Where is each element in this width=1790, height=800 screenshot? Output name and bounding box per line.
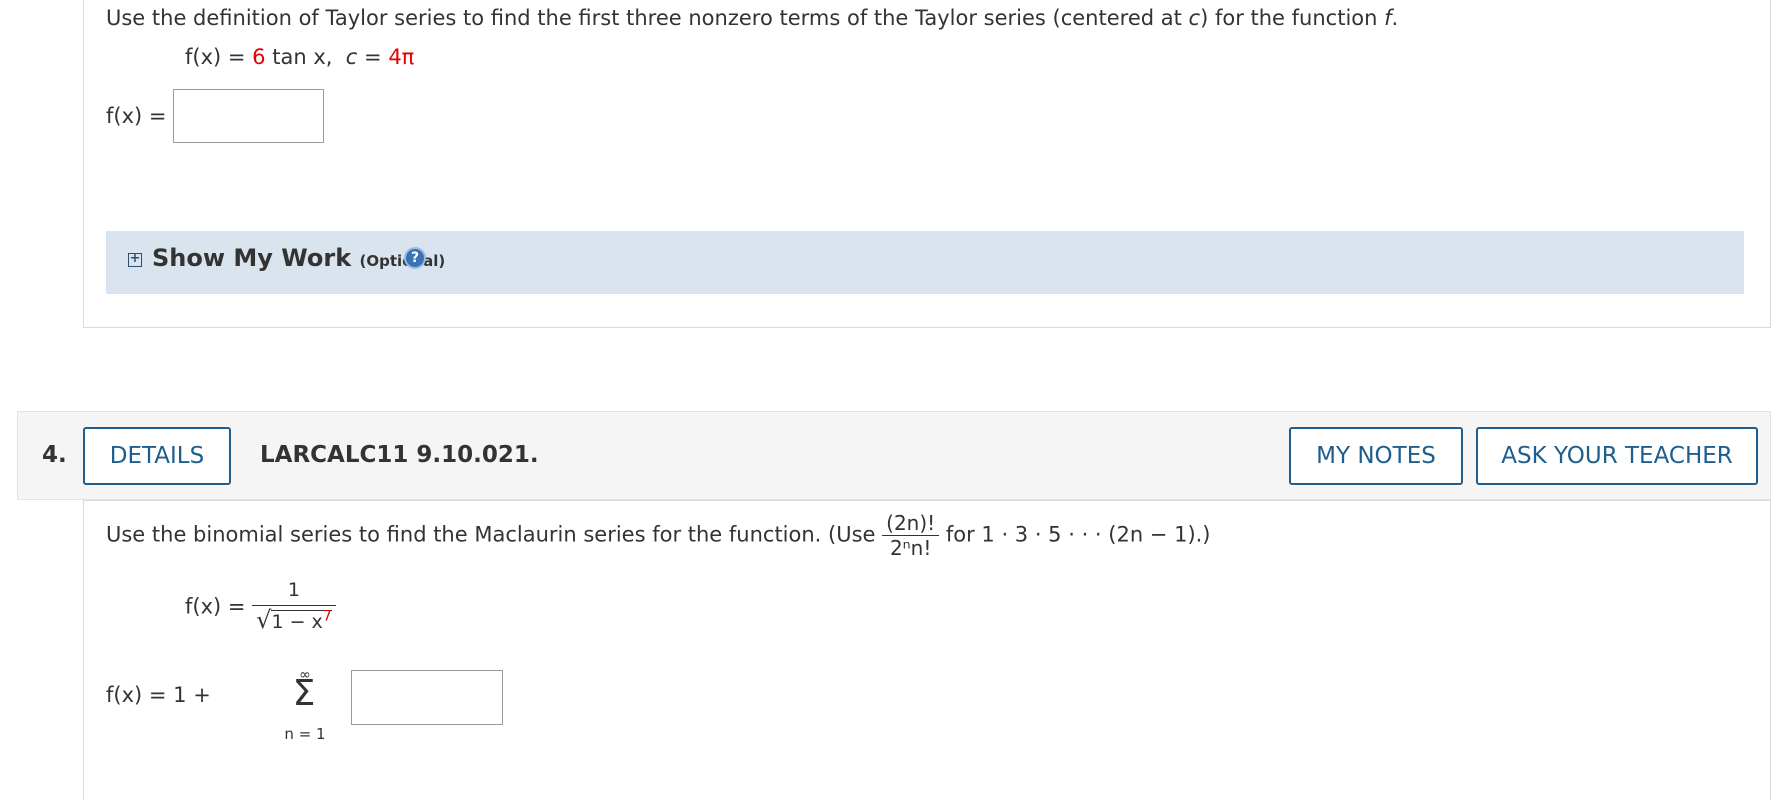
- help-icon[interactable]: ?: [404, 247, 426, 269]
- question-3-function: f(x) = 6 tan x, c = 4π: [185, 45, 414, 69]
- center-value: 4π: [388, 45, 415, 69]
- question-number: 4.: [42, 442, 67, 468]
- answer-label: f(x) =: [106, 104, 167, 128]
- question-3-prompt: Use the definition of Taylor series to f…: [106, 6, 1399, 30]
- show-my-work-toggle[interactable]: Show My Work (Optional): [152, 244, 445, 272]
- function-rest: tan x,: [272, 45, 333, 69]
- answer-input-q4[interactable]: [351, 670, 503, 725]
- answer-lhs: f(x) = 1 +: [106, 683, 211, 707]
- sum-lower-limit: n = 1: [284, 725, 326, 743]
- hint-fraction: (2n)! 2ⁿn!: [882, 511, 940, 560]
- sigma-icon: Σ: [292, 673, 316, 714]
- details-button[interactable]: DETAILS: [83, 427, 231, 485]
- question-3-body: Use the definition of Taylor series to f…: [83, 0, 1771, 328]
- ask-your-teacher-button[interactable]: ASK YOUR TEACHER: [1476, 427, 1758, 485]
- question-4-body: Use the binomial series to find the Macl…: [83, 500, 1771, 800]
- question-code: LARCALC11 9.10.021.: [260, 442, 539, 468]
- question-4-header: 4. DETAILS LARCALC11 9.10.021. MY NOTES …: [17, 411, 1771, 500]
- question-4-function: f(x) = 1 √1 − x7: [185, 579, 336, 634]
- my-notes-button[interactable]: MY NOTES: [1289, 427, 1463, 485]
- sqrt-icon: √: [256, 606, 272, 634]
- function-fraction: 1 √1 − x7: [252, 579, 336, 634]
- answer-input-q3[interactable]: [173, 89, 324, 143]
- function-coefficient: 6: [252, 45, 266, 69]
- center-label: c =: [345, 45, 382, 69]
- question-4-prompt: Use the binomial series to find the Macl…: [106, 511, 1211, 560]
- expand-icon[interactable]: +: [128, 252, 142, 267]
- function-lhs: f(x) =: [185, 45, 246, 69]
- show-my-work-panel: + Show My Work (Optional) ?: [106, 231, 1744, 294]
